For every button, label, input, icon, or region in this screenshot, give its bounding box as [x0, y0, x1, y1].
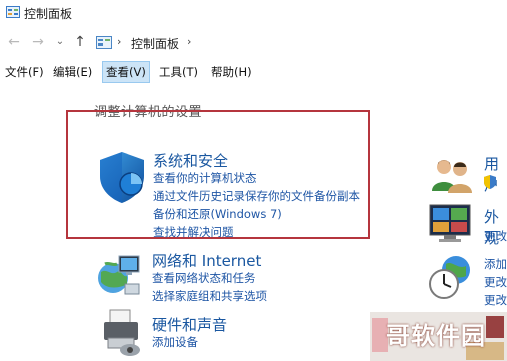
link-file-history-backup[interactable]: 通过文件历史记录保存你的文件备份副本 — [153, 188, 360, 204]
menu-tools[interactable]: 工具(T) — [156, 62, 201, 82]
shield-icon[interactable] — [97, 150, 147, 204]
menu-file[interactable]: 文件(F) — [2, 62, 47, 82]
address-trail-separator[interactable]: › — [187, 35, 191, 48]
printer-icon[interactable] — [100, 308, 144, 358]
menu-edit[interactable]: 编辑(E) — [50, 62, 95, 82]
address-control-panel-icon — [96, 36, 112, 49]
forward-arrow-icon[interactable]: → — [30, 34, 46, 50]
up-arrow-icon[interactable]: ↑ — [72, 34, 88, 50]
link-homegroup-sharing[interactable]: 选择家庭组和共享选项 — [152, 288, 267, 304]
watermark-text: 哥软件园 — [386, 322, 486, 350]
title-bar: 控制面板 — [0, 0, 507, 26]
display-icon[interactable] — [429, 204, 471, 244]
back-arrow-icon[interactable]: ← — [6, 34, 22, 50]
link-add-device[interactable]: 添加设备 — [152, 334, 198, 350]
address-separator: › — [117, 35, 122, 48]
link-clock-add[interactable]: 添加 — [484, 256, 507, 272]
link-clock-change[interactable]: 更改 — [484, 274, 507, 290]
menu-help[interactable]: 帮助(H) — [208, 62, 255, 82]
category-network-internet[interactable]: 网络和 Internet — [152, 250, 261, 271]
menu-bar: 文件(F) 编辑(E) 查看(V) 工具(T) 帮助(H) — [0, 61, 507, 83]
link-backup-restore[interactable]: 备份和还原(Windows 7) — [153, 206, 282, 222]
clock-globe-icon[interactable] — [428, 254, 474, 300]
link-view-computer-status[interactable]: 查看你的计算机状态 — [153, 170, 257, 186]
category-hardware-sound[interactable]: 硬件和声音 — [152, 314, 227, 335]
menu-view[interactable]: 查看(V) — [102, 61, 150, 83]
link-troubleshoot[interactable]: 查找并解决问题 — [153, 224, 234, 240]
chevron-down-icon[interactable]: ⌄ — [52, 34, 68, 50]
link-network-status[interactable]: 查看网络状态和任务 — [152, 270, 256, 286]
category-system-security[interactable]: 系统和安全 — [153, 150, 228, 171]
uac-shield-icon — [484, 175, 496, 189]
navigation-bar: ← → ⌄ ↑ — [0, 30, 507, 56]
link-appearance-change[interactable]: 更改 — [484, 228, 507, 244]
network-globe-icon[interactable] — [95, 248, 143, 296]
control-panel-icon — [6, 6, 20, 18]
link-region-change[interactable]: 更改 — [484, 292, 507, 308]
address-path[interactable]: 控制面板 — [131, 35, 179, 52]
users-icon[interactable] — [430, 155, 474, 195]
window-title: 控制面板 — [24, 7, 73, 21]
